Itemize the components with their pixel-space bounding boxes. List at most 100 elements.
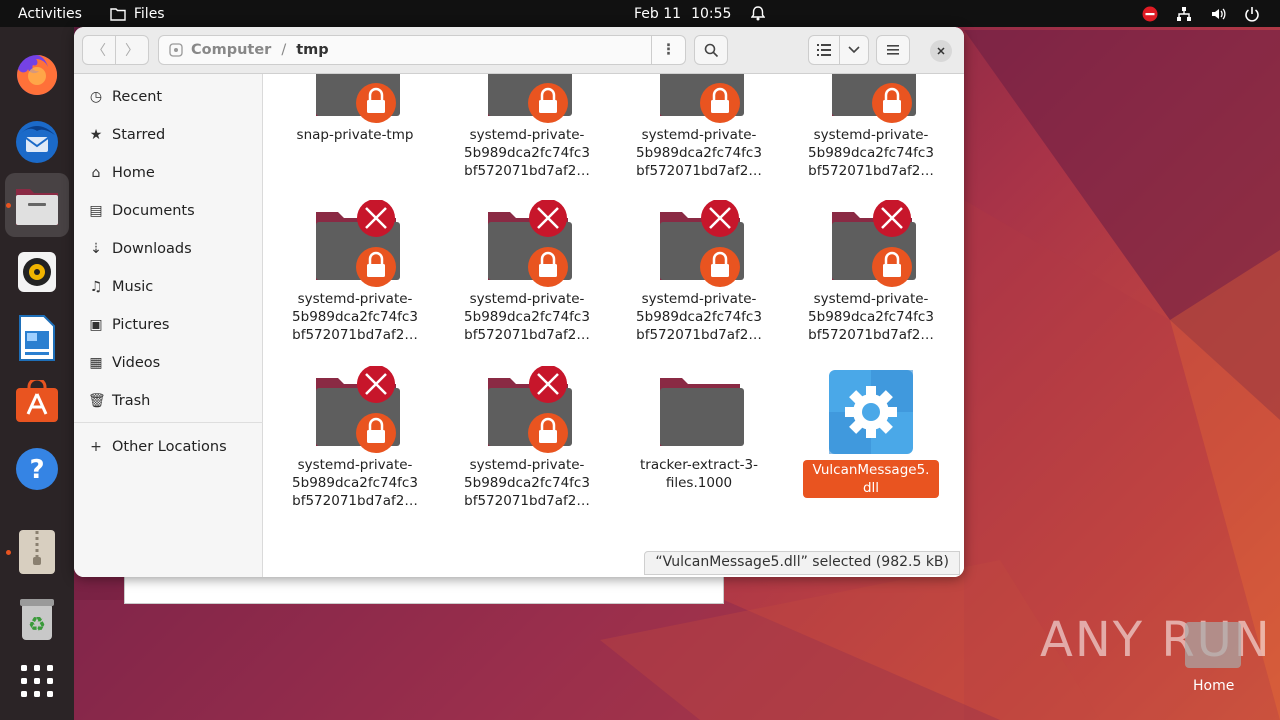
item-icon <box>654 74 744 126</box>
sidebar-item-pictures[interactable]: ▣ Pictures <box>88 310 169 340</box>
folder-item[interactable]: tracker-extract-3- files.1000 <box>619 366 779 492</box>
hamburger-icon <box>887 45 899 55</box>
folder-item[interactable]: snap-private-tmp <box>275 74 435 144</box>
item-label: tracker-extract-3- files.1000 <box>640 457 758 491</box>
breadcrumb-computer[interactable]: Computer <box>191 42 271 58</box>
sidebar-item-label: Music <box>112 279 154 295</box>
sidebar-item-label: Home <box>112 165 155 181</box>
sidebar-item-documents[interactable]: ▤ Documents <box>88 196 194 226</box>
folder-item[interactable]: systemd-private- 5b989dca2fc74fc3 bf5720… <box>619 199 779 344</box>
item-label: systemd-private- 5b989dca2fc74fc3 bf5720… <box>464 291 590 343</box>
dock-help[interactable]: ? <box>5 437 69 501</box>
sidebar-item-label: Trash <box>112 393 151 409</box>
date-label: Feb 11 <box>634 5 682 22</box>
home-folder-desktop-icon[interactable] <box>1185 622 1241 668</box>
picture-icon: ▣ <box>89 317 103 333</box>
folder-item[interactable]: systemd-private- 5b989dca2fc74fc3 bf5720… <box>619 74 779 180</box>
chevron-right-icon: 〉 <box>125 43 139 59</box>
folder-item[interactable]: systemd-private- 5b989dca2fc74fc3 bf5720… <box>447 365 607 510</box>
folder-item[interactable]: systemd-private- 5b989dca2fc74fc3 bf5720… <box>275 199 435 344</box>
denied-emblem <box>529 365 567 403</box>
video-icon: ▦ <box>89 355 103 371</box>
folder-item[interactable]: systemd-private- 5b989dca2fc74fc3 bf5720… <box>447 74 607 180</box>
system-tray[interactable] <box>1142 6 1260 22</box>
breadcrumb-tmp[interactable]: tmp <box>296 42 328 58</box>
sidebar-item-home[interactable]: ⌂ Home <box>88 158 155 188</box>
trash-icon: 🗑 <box>88 393 106 409</box>
forward-button[interactable]: 〉 <box>115 35 149 65</box>
folder-item[interactable]: systemd-private- 5b989dca2fc74fc3 bf5720… <box>275 365 435 510</box>
activities-button[interactable]: Activities <box>18 6 82 22</box>
thunderbird-icon <box>16 121 58 163</box>
item-label: systemd-private- 5b989dca2fc74fc3 bf5720… <box>292 291 418 343</box>
item-label: snap-private-tmp <box>296 127 414 143</box>
item-icon <box>826 74 916 126</box>
status-bar: “VulcanMessage5.dll” selected (982.5 kB) <box>644 551 960 575</box>
item-label: systemd-private- 5b989dca2fc74fc3 bf5720… <box>808 127 934 179</box>
folder-item[interactable]: systemd-private- 5b989dca2fc74fc3 bf5720… <box>447 199 607 344</box>
dock-firefox[interactable] <box>5 43 69 107</box>
archive-icon <box>19 530 55 574</box>
dock-thunderbird[interactable] <box>5 109 69 173</box>
back-button[interactable]: 〈 <box>82 35 116 65</box>
dock: ? ♻ <box>0 27 74 720</box>
view-options-button[interactable] <box>839 35 869 65</box>
dock-files[interactable] <box>5 173 69 237</box>
dock-archive-manager[interactable] <box>5 520 69 584</box>
svg-text:♻: ♻ <box>28 612 46 636</box>
dock-trash[interactable]: ♻ <box>5 587 69 651</box>
path-bar[interactable]: Computer / tmp ⋮ <box>158 35 686 65</box>
sidebar-item-other-locations[interactable]: + Other Locations <box>88 432 227 462</box>
locked-folder-icon <box>488 74 572 123</box>
locked-folder-icon <box>660 74 744 123</box>
home-icon: ⌂ <box>91 165 101 181</box>
sidebar-item-trash[interactable]: 🗑 Trash <box>88 386 150 416</box>
chevron-down-icon <box>848 46 860 54</box>
sidebar-item-music[interactable]: ♫ Music <box>88 272 154 302</box>
close-button[interactable] <box>930 40 952 62</box>
denied-emblem <box>873 199 911 237</box>
locked-folder-icon <box>832 74 916 123</box>
clock[interactable]: Feb 11 10:55 <box>634 5 766 22</box>
drive-icon <box>169 43 183 57</box>
download-icon: ⇣ <box>90 241 102 257</box>
sidebar-separator <box>74 422 263 423</box>
sidebar-item-downloads[interactable]: ⇣ Downloads <box>88 234 192 264</box>
help-icon: ? <box>16 448 58 490</box>
sidebar-item-videos[interactable]: ▦ Videos <box>88 348 160 378</box>
do-not-disturb-icon <box>1142 6 1158 21</box>
dock-app-center[interactable] <box>5 370 69 434</box>
breadcrumb-separator: / <box>281 42 287 58</box>
folder-icon <box>660 378 744 446</box>
trash-bin-icon: ♻ <box>20 599 54 640</box>
sidebar-item-recent[interactable]: ◷ Recent <box>88 82 162 112</box>
locked-folder-icon <box>488 365 572 453</box>
search-button[interactable] <box>694 35 728 65</box>
running-indicator <box>6 550 11 555</box>
top-bar: Activities Files Feb 11 10:55 <box>0 0 1280 27</box>
show-apps-button[interactable] <box>5 649 69 713</box>
folder-item[interactable]: systemd-private- 5b989dca2fc74fc3 bf5720… <box>791 74 951 180</box>
file-item[interactable]: VulcanMessage5. dll <box>791 366 951 498</box>
main-menu-button[interactable] <box>876 35 910 65</box>
app-menu[interactable]: Files <box>110 6 165 22</box>
star-icon: ★ <box>89 127 103 143</box>
sidebar-item-starred[interactable]: ★ Starred <box>88 120 166 150</box>
folder-item[interactable]: systemd-private- 5b989dca2fc74fc3 bf5720… <box>791 199 951 344</box>
dock-rhythmbox[interactable] <box>5 240 69 304</box>
home-desktop-label: Home <box>1193 678 1235 694</box>
volume-icon <box>1212 8 1226 19</box>
item-icon <box>310 74 400 126</box>
firefox-icon <box>17 54 58 95</box>
chevron-left-icon: 〈 <box>92 43 106 59</box>
clock-icon: ◷ <box>89 89 103 105</box>
denied-emblem <box>357 199 395 237</box>
files-icon <box>16 189 58 225</box>
path-menu-button[interactable]: ⋮ <box>651 36 685 64</box>
list-view-button[interactable] <box>808 35 840 65</box>
search-icon <box>704 43 718 57</box>
bell-icon <box>751 6 766 21</box>
svg-text:?: ? <box>29 455 44 485</box>
dock-libreoffice-writer[interactable] <box>5 306 69 370</box>
sidebar-item-label: Pictures <box>112 317 170 333</box>
